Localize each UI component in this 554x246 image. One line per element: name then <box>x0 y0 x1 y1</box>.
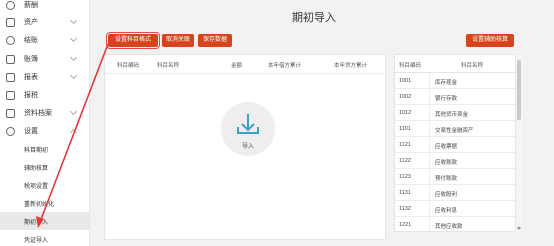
save-data-button[interactable]: 保存数据 <box>198 34 232 47</box>
chevron-down-icon <box>69 34 78 43</box>
list-item[interactable]: 1101 交易性金融资产 <box>395 121 515 137</box>
import-table: 科目编码 科目名称 金额 本年借方累计 本年贷方累计 导入 <box>104 54 386 240</box>
ledger-icon <box>6 54 15 64</box>
import-label: 导入 <box>241 144 254 150</box>
list-item[interactable]: 1122 应收账款 <box>395 153 515 169</box>
sidebar-item-report[interactable]: 报表 <box>0 67 89 87</box>
report-icon <box>6 72 15 82</box>
sidebar-item-label: 账簿 <box>24 56 38 63</box>
sidebar-subitem-opening-import[interactable]: 期初导入 <box>0 212 89 230</box>
sidebar-item-label: 设置 <box>24 128 38 135</box>
sidebar-item-label: 报表 <box>24 74 38 81</box>
salary-icon <box>6 0 15 10</box>
sidebar-subitem-label: 重新初始化 <box>24 202 55 208</box>
column-header: 科目名称 <box>461 63 484 69</box>
closing-icon <box>6 35 15 45</box>
sidebar-subitem-tax-settings[interactable]: 税项设置 <box>0 176 89 194</box>
chevron-down-icon <box>69 71 78 80</box>
subject-list: 科目编码 科目名称 1001 库存现金 1002 银行存款 1012 其他货币资金 1… <box>394 54 516 232</box>
set-aux-accounting-button[interactable]: 设置辅助核算 <box>466 34 514 47</box>
sidebar-subitem-label: 期初导入 <box>24 220 49 226</box>
tax-icon <box>6 90 15 100</box>
column-header: 科目名称 <box>157 63 180 69</box>
sidebar-item-tax[interactable]: 报税 <box>0 85 89 105</box>
chevron-down-icon <box>69 107 78 116</box>
list-item[interactable]: 1132 应收利息 <box>395 201 515 217</box>
column-header: 科目编码 <box>117 63 140 69</box>
sidebar-item-asset[interactable]: 资产 <box>0 12 89 32</box>
sidebar-item-ledger[interactable]: 账簿 <box>0 49 89 69</box>
asset-icon <box>6 17 15 27</box>
cancel-link-button[interactable]: 取消关联 <box>162 34 194 47</box>
chevron-down-icon <box>69 16 78 25</box>
gear-icon <box>6 126 15 136</box>
sidebar-item-label: 结账 <box>24 37 38 44</box>
sidebar: 薪酬 资产 结账 账簿 报表 报税 资料档案 设置 科目期初 辅助核算 税项设置… <box>0 0 90 246</box>
sidebar-subitem-reinitialize[interactable]: 重新初始化 <box>0 194 89 212</box>
scroll-down-arrow-icon[interactable] <box>517 227 521 230</box>
list-item[interactable]: 1131 应收股利 <box>395 185 515 201</box>
main-content: 期初导入 设置科目格式 取消关联 保存数据 设置辅助核算 科目编码 科目名称 金… <box>104 0 524 246</box>
sidebar-subitem-label: 税项设置 <box>24 184 49 190</box>
list-item[interactable]: 1012 其他货币资金 <box>395 105 515 121</box>
list-item[interactable]: 1002 银行存款 <box>395 89 515 105</box>
sidebar-item-archive[interactable]: 资料档案 <box>0 103 89 123</box>
sidebar-item-label: 薪酬 <box>24 2 38 9</box>
list-item[interactable]: 1121 应收票据 <box>395 137 515 153</box>
sidebar-item-closing[interactable]: 结账 <box>0 30 89 50</box>
chevron-up-icon <box>69 128 78 137</box>
sidebar-item-label: 资料档案 <box>24 110 52 117</box>
sidebar-subitem-label: 辅助核算 <box>24 166 49 172</box>
set-subject-format-button[interactable]: 设置科目格式 <box>106 32 160 49</box>
scrollbar-thumb[interactable] <box>517 60 521 120</box>
column-header: 科目编码 <box>399 63 422 69</box>
sidebar-subitem-label: 科目期初 <box>24 148 49 154</box>
subject-list-header: 科目编码 科目名称 <box>395 55 515 73</box>
header-divider <box>105 73 385 74</box>
list-item[interactable]: 1221 其他应收款 <box>395 217 515 231</box>
column-header: 金额 <box>231 63 243 69</box>
list-item[interactable]: 1123 预付账款 <box>395 169 515 185</box>
sidebar-item-label: 报税 <box>24 92 38 99</box>
archive-icon <box>6 108 15 118</box>
page-title: 期初导入 <box>292 12 336 24</box>
sidebar-item-label: 资产 <box>24 19 38 26</box>
column-header: 本年贷方累计 <box>334 63 368 69</box>
sidebar-subitem-aux-accounting[interactable]: 辅助核算 <box>0 158 89 176</box>
sidebar-subitem-label: 凭证导入 <box>24 238 49 244</box>
chevron-down-icon <box>69 53 78 62</box>
column-header: 本年借方累计 <box>268 63 302 69</box>
list-item[interactable]: 1001 库存现金 <box>395 73 515 89</box>
scrollbar[interactable] <box>516 54 522 232</box>
sidebar-subitem-voucher-import[interactable]: 凭证导入 <box>0 230 89 246</box>
sidebar-item-settings[interactable]: 设置 <box>0 121 89 141</box>
sidebar-subitem-opening-balance[interactable]: 科目期初 <box>0 140 89 158</box>
